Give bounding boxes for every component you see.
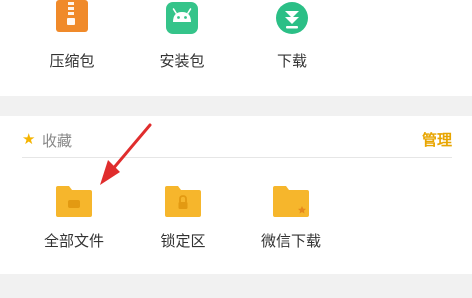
zip-icon — [54, 0, 90, 38]
favorites-card: ★ 收藏 管理 全部文件 锁定区 微信下载 — [0, 116, 472, 274]
locked-area-label: 锁定区 — [160, 232, 206, 250]
wechat-downloads-tile[interactable]: 微信下载 — [241, 176, 341, 266]
folder-lock-icon — [163, 184, 203, 222]
favorites-title: 收藏 — [42, 132, 73, 150]
file-type-card: 压缩包 安装包 下载 — [0, 0, 472, 96]
manage-button[interactable]: 管理 — [422, 129, 452, 150]
wechat-downloads-label: 微信下载 — [260, 232, 321, 250]
all-files-tile[interactable]: 全部文件 — [24, 176, 124, 266]
zip-archives-tile[interactable]: 压缩包 — [22, 0, 122, 96]
downloads-label: 下载 — [276, 52, 307, 70]
all-files-label: 全部文件 — [43, 232, 104, 250]
star-icon: ★ — [22, 130, 36, 148]
folder-star-icon — [271, 184, 311, 222]
locked-area-tile[interactable]: 锁定区 — [133, 176, 233, 266]
favorites-divider — [22, 157, 452, 158]
zip-archives-label: 压缩包 — [49, 52, 95, 70]
download-icon — [274, 0, 310, 40]
install-packages-label: 安装包 — [159, 52, 205, 70]
downloads-tile[interactable]: 下载 — [242, 0, 342, 96]
favorites-header: ★ 收藏 管理 — [22, 124, 452, 160]
install-packages-tile[interactable]: 安装包 — [132, 0, 232, 96]
android-icon — [164, 0, 200, 40]
folder-files-icon — [54, 184, 94, 222]
